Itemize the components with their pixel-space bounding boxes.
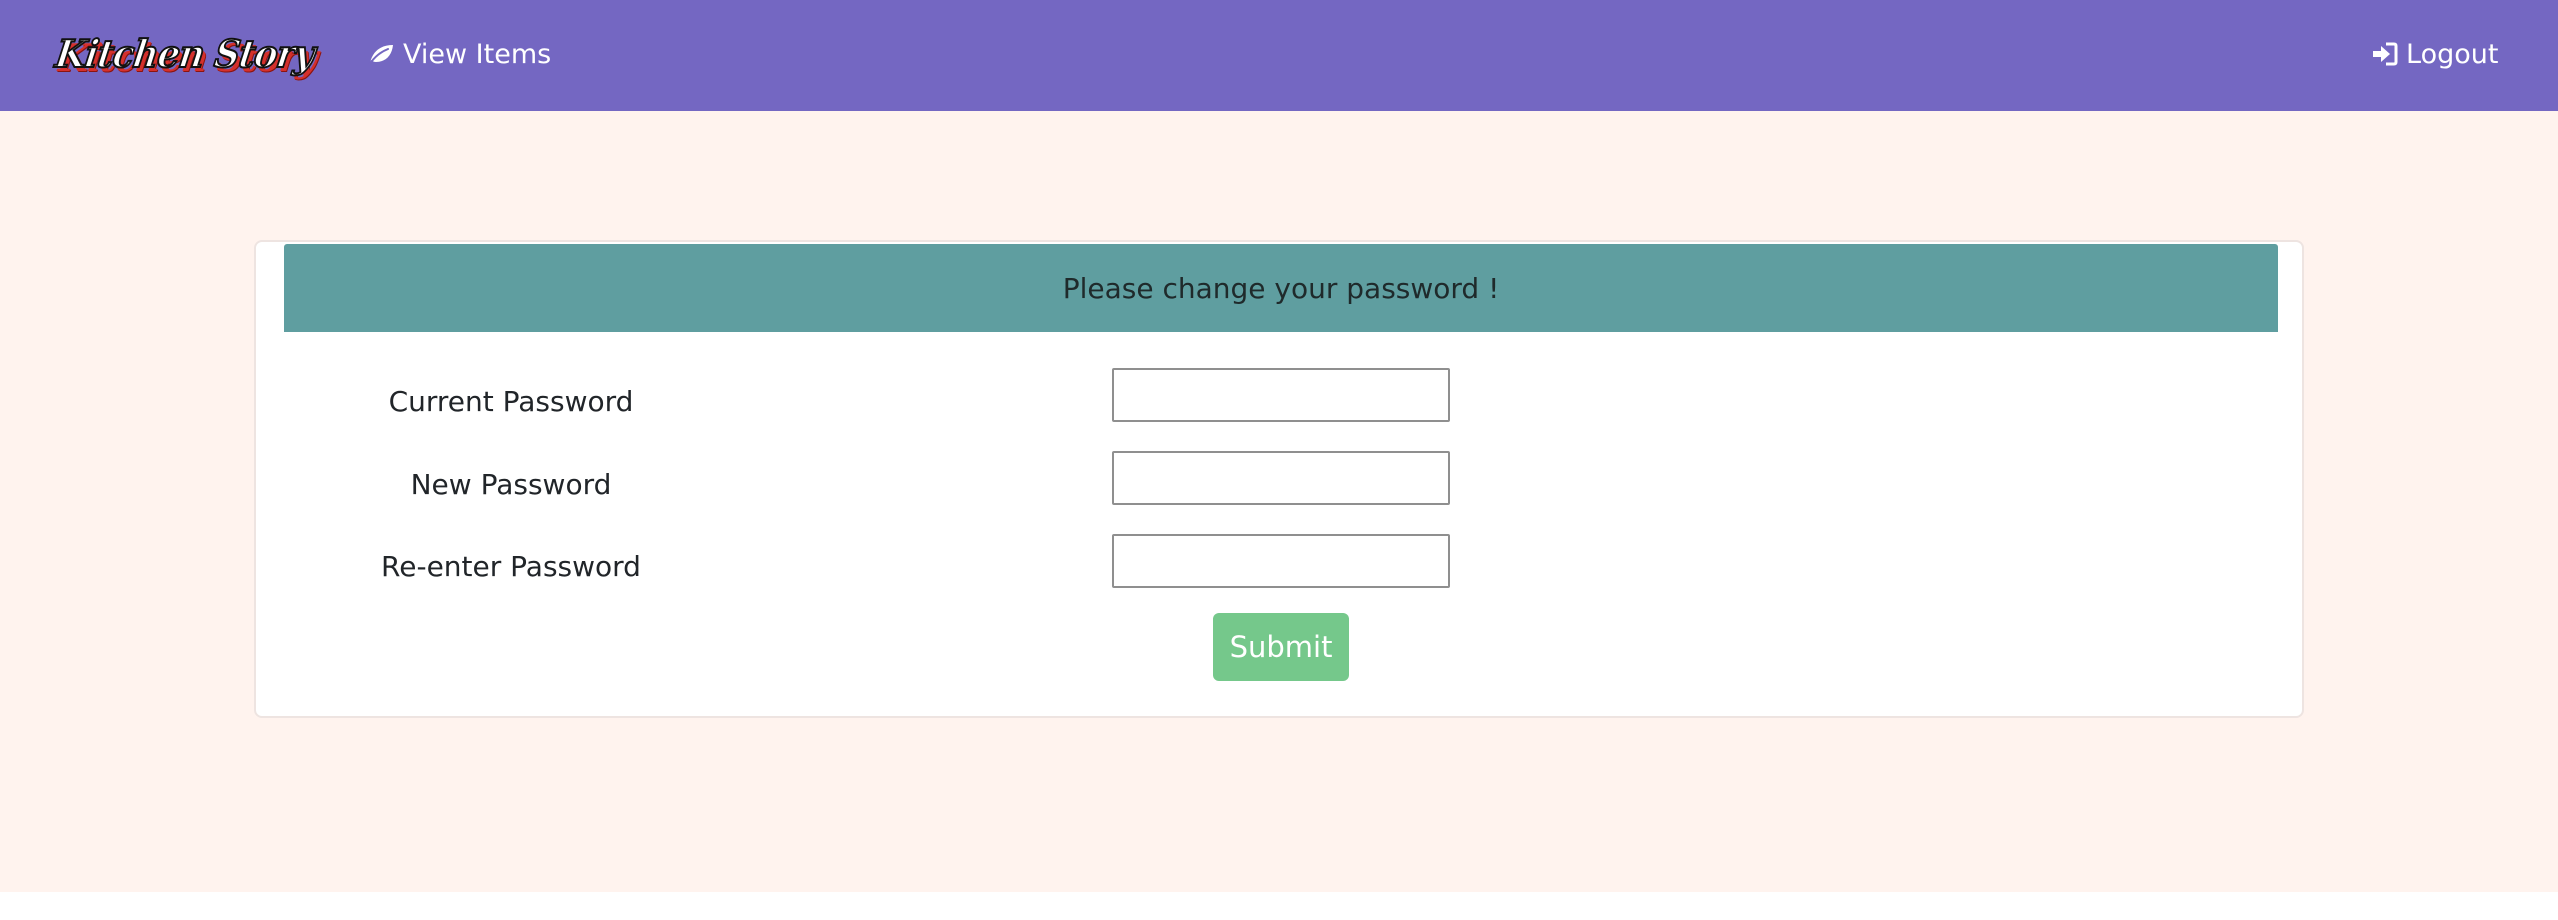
brand-logo-text: Kitchen Story bbox=[52, 30, 318, 77]
nav-logout-link[interactable]: Logout bbox=[2372, 30, 2498, 78]
leaf-icon bbox=[367, 42, 395, 66]
navbar: Kitchen Story View Items Logout bbox=[0, 0, 2558, 111]
reenter-password-input[interactable] bbox=[1112, 534, 1450, 588]
nav-view-items-link[interactable]: View Items bbox=[367, 30, 551, 78]
new-password-input[interactable] bbox=[1112, 451, 1450, 505]
page: Kitchen Story View Items Logout Please c… bbox=[0, 0, 2558, 892]
current-password-input[interactable] bbox=[1112, 368, 1450, 422]
change-password-card: Please change your password ! Current Pa… bbox=[254, 240, 2304, 718]
sign-in-icon bbox=[2372, 42, 2398, 66]
new-password-label: New Password bbox=[410, 468, 612, 501]
brand-logo[interactable]: Kitchen Story bbox=[52, 28, 326, 86]
submit-button[interactable]: Submit bbox=[1213, 613, 1349, 681]
nav-view-items-label: View Items bbox=[403, 38, 552, 70]
nav-logout-label: Logout bbox=[2406, 38, 2499, 70]
reenter-password-label: Re-enter Password bbox=[381, 550, 641, 583]
card-header: Please change your password ! bbox=[284, 244, 2278, 332]
current-password-label: Current Password bbox=[388, 385, 634, 418]
